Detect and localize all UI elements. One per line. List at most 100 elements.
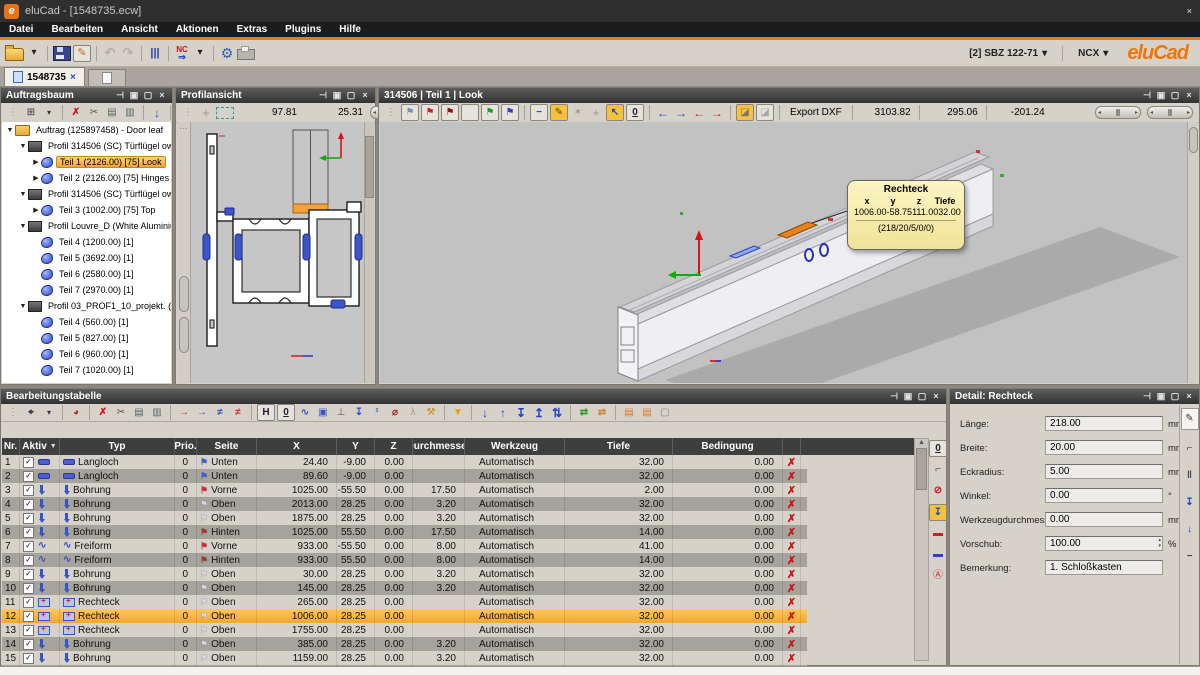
table-row[interactable]: 5✓Bohrung0⚑Oben1875.0028.250.003.20Autom…	[2, 511, 807, 525]
collapse-icon[interactable]: ▼	[18, 143, 28, 150]
float-icon[interactable]: ▣	[332, 89, 342, 102]
scroll-up-icon[interactable]: ▲	[915, 439, 928, 446]
pin-icon[interactable]: ⊣	[318, 89, 328, 102]
add-machining-button[interactable]: ⌖	[23, 405, 39, 421]
pin-icon[interactable]: ⊣	[1142, 89, 1152, 102]
column-header-z[interactable]: Z	[375, 438, 413, 455]
spinner-stepper[interactable]: ▴▾	[1158, 537, 1161, 549]
winkel-input[interactable]: 0.00	[1045, 488, 1163, 503]
swap-green-button[interactable]: ⇄	[576, 405, 592, 421]
column-header-bedingung[interactable]: Bedingung	[673, 438, 783, 455]
delete-condition-icon[interactable]: ✗	[787, 456, 796, 469]
cut-button[interactable]: ✂	[86, 105, 102, 121]
pin-icon[interactable]: ⊣	[115, 89, 125, 102]
close-icon[interactable]: ×	[1184, 89, 1194, 102]
view-top-flag-button[interactable]: ⚑	[461, 104, 479, 121]
paste-row-button[interactable]: ▥	[149, 405, 165, 421]
slot-red-button[interactable]: ▬	[930, 526, 946, 542]
maximize-icon[interactable]: ▢	[1170, 89, 1180, 102]
close-icon[interactable]: ×	[1184, 390, 1194, 403]
float-icon[interactable]: ▣	[1156, 89, 1166, 102]
tab-close-icon[interactable]: ×	[70, 72, 76, 83]
maximize-icon[interactable]: ▢	[1170, 390, 1180, 403]
diameter-button[interactable]: ⌀	[387, 405, 403, 421]
active-checkbox[interactable]: ✓	[23, 625, 34, 636]
drill2-detail-tool[interactable]: ↓	[1182, 522, 1198, 538]
edit-detail-tool[interactable]: ✎	[1181, 408, 1199, 430]
expand-icon[interactable]: ▶	[31, 158, 41, 166]
macro-button[interactable]: ▣	[315, 405, 331, 421]
tree-item[interactable]: ▶Teil 2 (2126.00) [75] Hinges	[2, 170, 171, 186]
delete-condition-icon[interactable]: ✗	[787, 610, 796, 623]
shift-blue-button[interactable]: →	[194, 405, 210, 421]
delete-condition-icon[interactable]: ✗	[787, 512, 796, 525]
export-dxf-button[interactable]: Export DXF	[784, 107, 848, 118]
probe-button[interactable]: ✶	[570, 105, 586, 121]
delete-condition-icon[interactable]: ✗	[787, 582, 796, 595]
table-row[interactable]: 7✓∿∿Freiform0⚑Vorne933.00-55.500.008.00A…	[2, 539, 807, 553]
tree-item[interactable]: Teil 6 (960.00) [1]	[2, 346, 171, 362]
close-icon[interactable]: ×	[931, 390, 941, 403]
active-checkbox[interactable]: ✓	[23, 639, 34, 650]
pin-icon[interactable]: ⊣	[889, 390, 899, 403]
zero-view-button[interactable]: 0	[929, 440, 947, 457]
active-checkbox[interactable]: ✓	[23, 527, 34, 538]
drill-highlight-button[interactable]: ↧	[929, 504, 947, 521]
angle-button[interactable]: λ	[405, 405, 421, 421]
column-header-x[interactable]: X	[257, 438, 337, 455]
delete-condition-icon[interactable]: ✗	[787, 596, 796, 609]
float-icon[interactable]: ▣	[903, 390, 913, 403]
slider-left-icon[interactable]: ◂	[373, 109, 376, 116]
view-bottom-flag-button[interactable]: ⚑	[481, 104, 499, 121]
view-back-flag-button[interactable]: ⚑	[441, 104, 459, 121]
slider-right-icon[interactable]: ▸	[1187, 109, 1190, 116]
nc-caret[interactable]: ▾	[192, 45, 208, 61]
edit-button[interactable]: ✎	[73, 45, 91, 62]
add-machining-caret[interactable]: ▾	[41, 405, 57, 421]
table-row[interactable]: 15✓Bohrung0⚑Oben1159.0028.250.003.20Auto…	[2, 651, 807, 665]
table-row[interactable]: 4✓Bohrung0⚑Oben2013.0028.250.003.20Autom…	[2, 497, 807, 511]
table-row[interactable]: 8✓∿∿Freiform0⚑Hinten933.0055.500.008.00A…	[2, 553, 807, 567]
tree-item[interactable]: Teil 4 (560.00) [1]	[2, 314, 171, 330]
breite-input[interactable]: 20.00	[1045, 440, 1163, 455]
tool-button[interactable]: ⚒	[423, 405, 439, 421]
delete-condition-icon[interactable]: ✗	[787, 568, 796, 581]
scrollbar-thumb[interactable]	[916, 448, 927, 490]
machine-selector[interactable]: [2] SBZ 122-71 ▾	[965, 47, 1051, 60]
zoom-slider[interactable]: ◂ ▸	[1095, 106, 1141, 119]
active-checkbox[interactable]: ✓	[23, 513, 34, 524]
collapse-icon[interactable]: ▼	[18, 303, 28, 310]
tree-item[interactable]: Teil 6 (2580.00) [1]	[2, 266, 171, 282]
ruler-detail-tool[interactable]: ⌐	[1182, 441, 1198, 457]
redo-button[interactable]: ↷	[120, 45, 136, 61]
active-checkbox[interactable]: ✓	[23, 583, 34, 594]
slider-knob[interactable]	[1116, 109, 1120, 116]
suppress-button[interactable]: ⊘	[930, 483, 946, 499]
table-row[interactable]: 13✓Rechteck0⚑Oben1755.0028.250.00Automat…	[2, 623, 807, 637]
blank-page-button[interactable]: ▢	[657, 405, 673, 421]
stand-button[interactable]: ⊥	[333, 405, 349, 421]
profile-manager-button[interactable]: |||	[147, 45, 163, 61]
collapse-icon[interactable]: ▼	[18, 191, 28, 198]
delete-condition-icon[interactable]: ✗	[787, 652, 796, 665]
dots-icon[interactable]: …	[177, 122, 190, 131]
splitter-handle[interactable]	[1189, 127, 1198, 153]
active-checkbox[interactable]: ✓	[23, 555, 34, 566]
shift-red-button[interactable]: →	[176, 405, 192, 421]
move-down-button[interactable]: ↓	[149, 105, 165, 121]
copy-row-button[interactable]: ▤	[131, 405, 147, 421]
previous-machining-button[interactable]: ←	[691, 105, 707, 121]
grip[interactable]: ⋮	[5, 105, 21, 121]
grip[interactable]: ⋮	[383, 105, 399, 121]
tree-item[interactable]: Teil 5 (827.00) [1]	[2, 330, 171, 346]
table-row[interactable]: 2✓Langloch0⚑Unten89.60-9.000.00Automatis…	[2, 469, 807, 483]
menu-ansicht[interactable]: Ansicht	[112, 22, 167, 37]
float-icon[interactable]: ▣	[1156, 390, 1166, 403]
hide-button[interactable]: −	[530, 104, 548, 121]
list-view-2-button[interactable]: ▤	[639, 405, 655, 421]
vertical-scrollbar[interactable]	[364, 122, 374, 383]
measure-button[interactable]: ✎	[550, 104, 568, 121]
auto-button[interactable]: Ⓐ	[930, 568, 946, 584]
splitter-handle[interactable]	[179, 317, 189, 353]
zoom-region-button[interactable]	[216, 107, 234, 119]
